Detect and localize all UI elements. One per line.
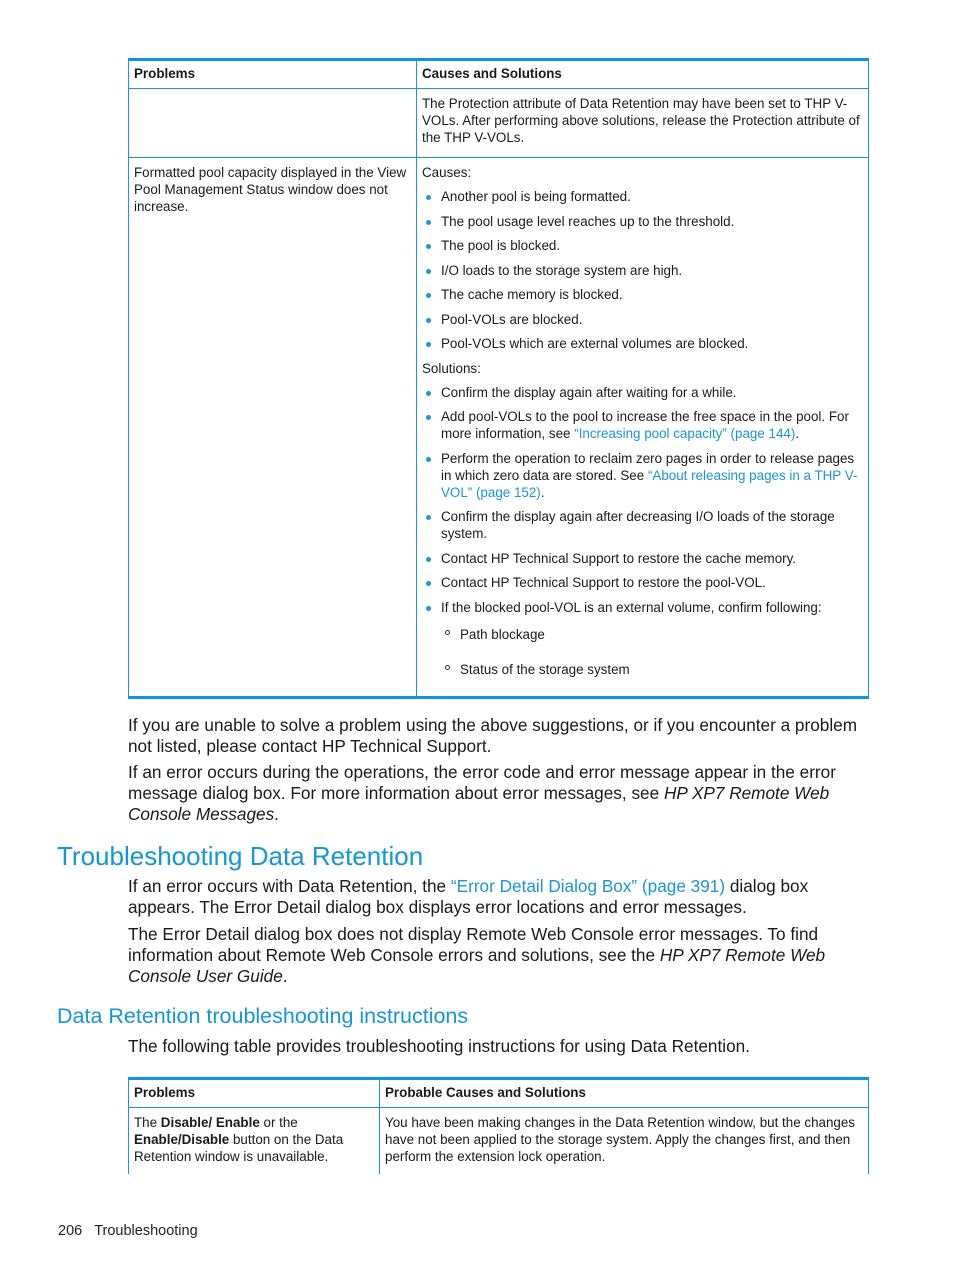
header-causes-solutions: Causes and Solutions (416, 58, 869, 89)
page-number: 206 (58, 1223, 83, 1239)
table-header-row: Problems Probable Causes and Solutions (128, 1077, 869, 1108)
solution-cell: Causes: Another pool is being formatted.… (416, 157, 869, 699)
table-row: The Protection attribute of Data Retenti… (128, 88, 869, 158)
data-retention-troubleshooting-table: Problems Probable Causes and Solutions T… (128, 1077, 869, 1174)
problem-cell (128, 88, 417, 158)
table-row: Formatted pool capacity displayed in the… (128, 157, 869, 699)
sub-list: Path blockage Status of the storage syst… (441, 626, 863, 678)
error-detail-dialog-link[interactable]: “Error Detail Dialog Box” (page 391) (451, 876, 725, 896)
subsection-intro: The following table provides troubleshoo… (128, 1036, 750, 1056)
causes-solutions-table: Problems Causes and Solutions The Protec… (128, 58, 869, 699)
increasing-pool-capacity-link[interactable]: “Increasing pool capacity” (page 144) (574, 426, 795, 441)
list-item: Contact HP Technical Support to restore … (422, 550, 863, 567)
list-item: Perform the operation to reclaim zero pa… (422, 450, 863, 501)
contact-support-paragraph: If you are unable to solve a problem usi… (128, 715, 858, 756)
list-item: Add pool-VOLs to the pool to increase th… (422, 408, 863, 442)
solution-cell: You have been making changes in the Data… (379, 1107, 869, 1174)
header-problems: Problems (128, 58, 417, 89)
error-messages-paragraph: If an error occurs during the operations… (128, 762, 873, 825)
disable-enable-button-name: Disable/ Enable (160, 1115, 260, 1130)
error-detail-paragraph: If an error occurs with Data Retention, … (128, 876, 873, 918)
solution-cell: The Protection attribute of Data Retenti… (416, 88, 869, 158)
paragraph-text: If an error occurs with Data Retention, … (128, 876, 451, 896)
subsection-title: Data Retention troubleshooting instructi… (57, 1004, 469, 1028)
table-row: The Disable/ Enable or the Enable/Disabl… (128, 1107, 869, 1174)
list-item: If the blocked pool-VOL is an external v… (422, 599, 863, 678)
header-probable-causes: Probable Causes and Solutions (379, 1077, 869, 1108)
cell-text: The (134, 1115, 161, 1130)
list-item-end: . (540, 484, 545, 500)
list-item: The pool usage level reaches up to the t… (422, 213, 863, 230)
problem-cell: The Disable/ Enable or the Enable/Disabl… (128, 1107, 380, 1174)
problem-cell: Formatted pool capacity displayed in the… (128, 157, 417, 699)
sub-list-item: Status of the storage system (441, 661, 863, 678)
footer-section: Troubleshooting (94, 1223, 198, 1239)
table-header-row: Problems Causes and Solutions (128, 58, 869, 89)
sub-list-item: Path blockage (441, 626, 863, 643)
list-item: Pool-VOLs are blocked. (422, 311, 863, 328)
list-item: Confirm the display again after decreasi… (422, 508, 863, 542)
list-item: I/O loads to the storage system are high… (422, 262, 863, 279)
causes-label: Causes: (422, 165, 472, 180)
list-item: Confirm the display again after waiting … (422, 384, 863, 401)
paragraph-end: . (282, 966, 288, 986)
list-item-text: If the blocked pool-VOL is an external v… (441, 599, 822, 615)
list-item: Pool-VOLs which are external volumes are… (422, 335, 863, 352)
list-item: The cache memory is blocked. (422, 286, 863, 303)
remote-web-console-paragraph: The Error Detail dialog box does not dis… (128, 924, 873, 987)
section-title: Troubleshooting Data Retention (57, 841, 424, 871)
paragraph-end: . (274, 804, 279, 824)
page-footer: 206 Troubleshooting (58, 1223, 198, 1239)
cell-text: or the (259, 1115, 298, 1130)
list-item: Contact HP Technical Support to restore … (422, 574, 863, 591)
list-item-end: . (795, 426, 800, 441)
causes-list: Another pool is being formatted. The poo… (422, 188, 863, 352)
solutions-list: Confirm the display again after waiting … (422, 384, 863, 678)
solutions-label: Solutions: (422, 360, 481, 376)
list-item: The pool is blocked. (422, 237, 863, 254)
list-item: Another pool is being formatted. (422, 188, 863, 205)
enable-disable-button-name: Enable/Disable (134, 1132, 230, 1147)
header-problems: Problems (128, 1077, 380, 1108)
